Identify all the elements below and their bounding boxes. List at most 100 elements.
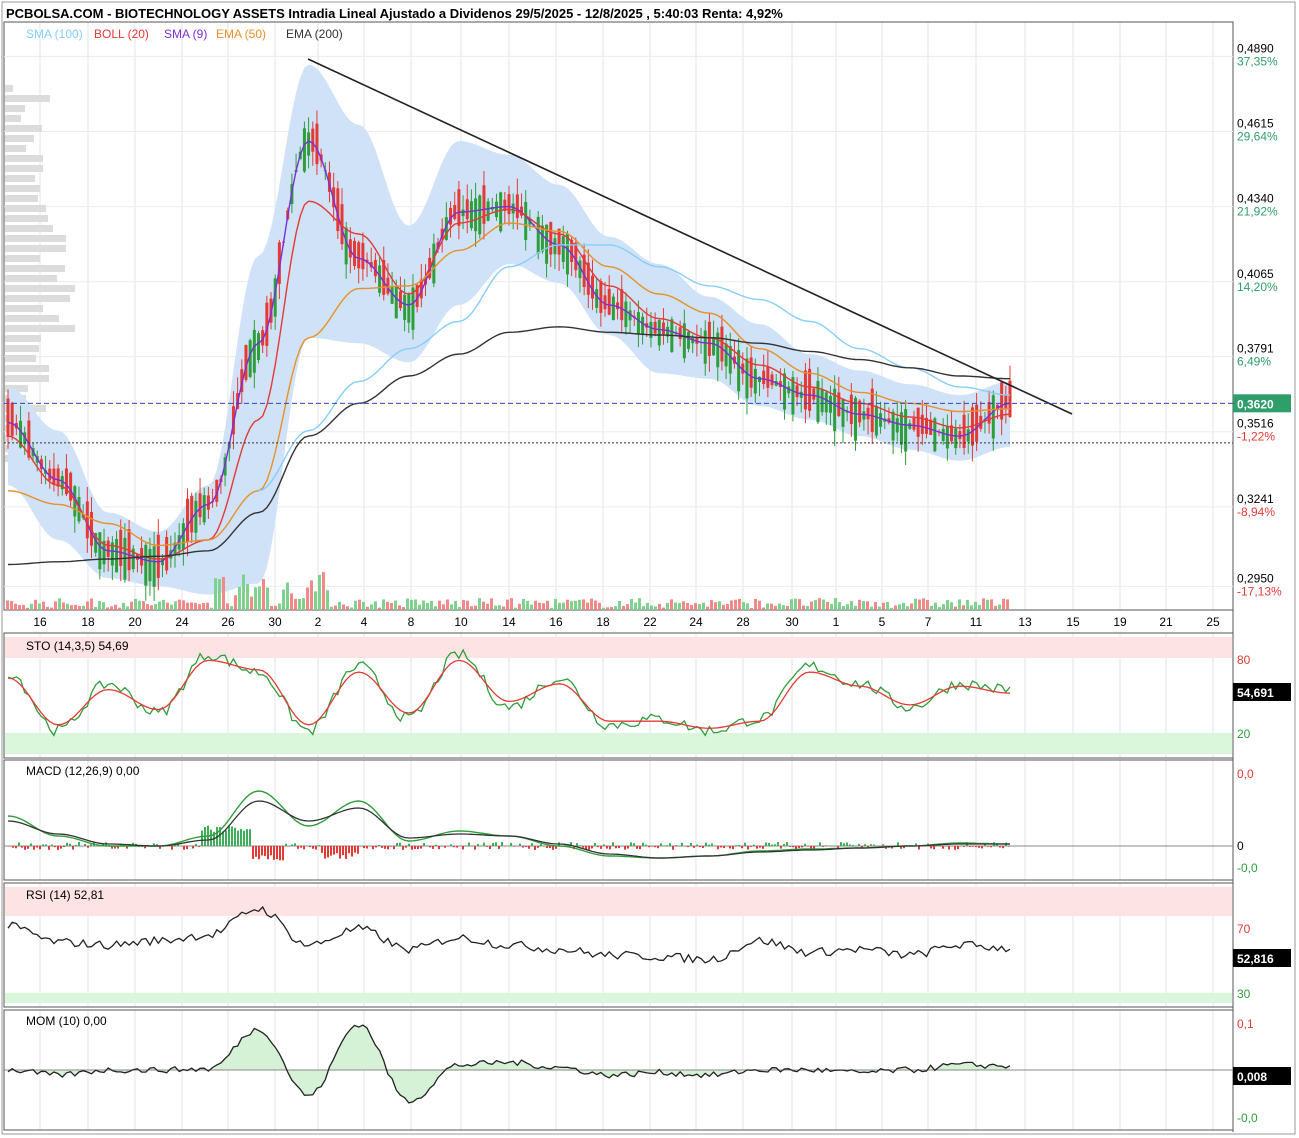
macd-histogram-bar xyxy=(954,846,956,850)
volume-profile-bar xyxy=(5,235,66,242)
volume-bar xyxy=(318,574,321,610)
volume-bar xyxy=(658,603,661,610)
x-axis-label: 11 xyxy=(970,615,983,629)
macd-histogram-bar xyxy=(858,843,860,846)
price-level-label: 0,2950 xyxy=(1237,571,1274,585)
volume-bar xyxy=(126,606,129,610)
candle-body xyxy=(469,201,473,229)
macd-histogram-bar xyxy=(735,845,737,846)
sto-level-20: 20 xyxy=(1237,727,1251,741)
price-level-label: 0,4065 xyxy=(1237,267,1274,281)
macd-histogram-bar xyxy=(240,828,242,846)
volume-bar xyxy=(966,599,969,610)
x-axis-label: 16 xyxy=(33,615,47,629)
macd-histogram-bar xyxy=(624,846,626,850)
chart-title: PCBOLSA.COM - BIOTECHNOLOGY ASSETS Intra… xyxy=(6,6,783,21)
momentum-panel xyxy=(4,1024,1233,1104)
volume-bar xyxy=(358,599,361,610)
macd-histogram-bar xyxy=(972,846,974,847)
candle-body xyxy=(206,495,210,510)
volume-bar xyxy=(918,599,921,610)
volume-bar xyxy=(378,607,381,610)
macd-histogram-bar xyxy=(303,846,305,850)
volume-bar xyxy=(6,600,9,610)
volume-bar xyxy=(814,600,817,610)
macd-histogram-bar xyxy=(495,842,497,846)
macd-histogram-bar xyxy=(687,846,689,848)
macd-histogram-bar xyxy=(846,842,848,846)
macd-histogram-bar xyxy=(933,846,935,850)
volume-bar xyxy=(26,607,29,610)
macd-histogram-bar xyxy=(393,846,395,850)
candle-body xyxy=(849,394,853,424)
price-level-label: 0,3791 xyxy=(1237,342,1274,356)
candle-body xyxy=(507,194,511,215)
macd-histogram-bar xyxy=(312,846,314,849)
candle-body xyxy=(315,123,319,165)
volume-bar xyxy=(574,600,577,610)
sto-label: STO (14,3,5) 54,69 xyxy=(26,639,129,653)
volume-bar xyxy=(106,607,109,610)
volume-bar xyxy=(806,605,809,610)
macd-histogram-bar xyxy=(606,846,608,849)
macd-histogram-bar xyxy=(723,846,725,849)
volume-bar xyxy=(922,598,925,610)
macd-histogram-bar xyxy=(411,846,413,850)
volume-bar xyxy=(62,602,65,610)
volume-bar xyxy=(346,606,349,610)
macd-histogram-bar xyxy=(75,844,77,846)
macd-histogram-bar xyxy=(531,843,533,846)
volume-bar xyxy=(986,599,989,610)
volume-bar xyxy=(834,598,837,610)
macd-panel xyxy=(4,790,1233,861)
volume-bar xyxy=(270,605,273,610)
volume-bar xyxy=(782,605,785,610)
volume-bar xyxy=(802,605,805,610)
volume-profile-bar xyxy=(5,315,59,322)
volume-bar xyxy=(790,599,793,610)
macd-histogram-bar xyxy=(315,846,317,850)
macd-histogram-bar xyxy=(669,843,671,846)
volume-bar xyxy=(950,602,953,610)
x-axis-label: 18 xyxy=(596,615,610,629)
candle-body xyxy=(945,426,949,449)
candle-body xyxy=(557,228,561,255)
macd-histogram-bar xyxy=(69,843,71,846)
x-axis-label: 21 xyxy=(1159,615,1173,629)
macd-histogram-bar xyxy=(12,846,14,848)
volume-bar xyxy=(762,607,765,610)
volume-bar xyxy=(162,599,165,610)
macd-histogram-bar xyxy=(192,846,194,849)
x-axis-label: 22 xyxy=(643,615,657,629)
volume-bar xyxy=(418,604,421,610)
x-axis-label: 7 xyxy=(925,615,932,629)
macd-histogram-bar xyxy=(390,846,392,847)
macd-histogram-bar xyxy=(453,846,455,848)
volume-bar xyxy=(146,604,149,610)
volume-bar xyxy=(642,606,645,610)
macd-histogram-bar xyxy=(243,830,245,846)
macd-histogram-bar xyxy=(420,846,422,849)
legend-entry: BOLL (20) xyxy=(94,27,149,41)
volume-profile-bar xyxy=(5,225,53,232)
volume-bar xyxy=(818,598,821,610)
volume-bar xyxy=(466,600,469,610)
volume-profile-bar xyxy=(5,125,42,132)
macd-histogram-bar xyxy=(801,846,803,848)
volume-bar xyxy=(710,599,713,610)
volume-bar xyxy=(634,602,637,610)
volume-profile-bar xyxy=(5,85,13,92)
legend-entry: EMA (50) xyxy=(216,27,266,41)
volume-bar xyxy=(338,601,341,610)
volume-bar xyxy=(210,607,213,610)
macd-histogram-bar xyxy=(234,827,236,846)
volume-profile-bar xyxy=(5,345,39,352)
macd-histogram-bar xyxy=(66,842,68,846)
x-axis-label: 4 xyxy=(361,615,368,629)
candle-body xyxy=(565,233,569,275)
macd-histogram-bar xyxy=(282,846,284,861)
macd-histogram-bar xyxy=(609,846,611,850)
candle-body xyxy=(657,320,661,346)
candle-body xyxy=(549,222,553,255)
macd-histogram-bar xyxy=(399,842,401,846)
